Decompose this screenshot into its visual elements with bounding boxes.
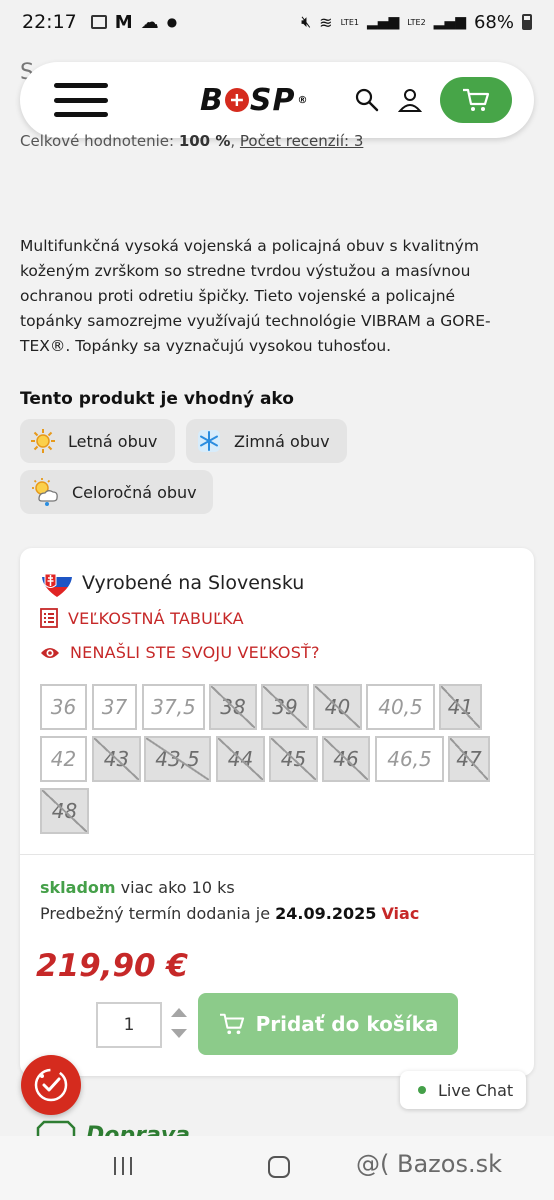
quantity-stepper[interactable]: [170, 1008, 188, 1042]
search-icon[interactable]: [354, 87, 380, 113]
tag-all-season-label: Celoročná obuv: [72, 482, 197, 502]
size-option-43-5: 43,5: [144, 736, 211, 782]
system-icons: 🔇︎ ≋ LTE1 ▂▄▆ LTE2 ▂▄▆ 68%: [301, 12, 532, 33]
signal-icon: ▂▄▆: [366, 14, 400, 30]
cart-button[interactable]: [440, 77, 512, 123]
size-option-39: 39: [261, 684, 309, 730]
logo-cross-icon: [224, 88, 249, 112]
size-option-47: 47: [448, 736, 490, 782]
tag-all-season: Celoročná obuv: [20, 470, 213, 514]
menu-icon[interactable]: [54, 83, 108, 117]
online-dot-icon: [418, 1086, 426, 1094]
live-chat-button[interactable]: Live Chat: [400, 1071, 526, 1109]
reviews-link[interactable]: Počet recenzií: 3: [240, 132, 363, 150]
product-price: 219,90 €: [36, 948, 188, 984]
sun-icon: [31, 429, 55, 453]
live-chat-label: Live Chat: [438, 1080, 514, 1100]
mute-icon: 🔇︎: [301, 12, 312, 31]
product-description: Multifunkčná vysoká vojenská a policajná…: [20, 237, 491, 355]
slovakia-flag-icon: [42, 568, 72, 597]
find-size-label: NENAŠLI STE SVOJU VEĽKOSŤ?: [70, 643, 320, 662]
logo-letter-b: B: [200, 82, 224, 118]
stock-status: skladom: [40, 878, 116, 897]
dot-icon: ●: [166, 15, 178, 29]
brand-logo[interactable]: B SP ®: [200, 83, 308, 118]
tag-winter-label: Zimná obuv: [234, 431, 330, 451]
discount-check-icon: [34, 1068, 68, 1102]
decrease-icon[interactable]: [171, 1029, 187, 1038]
find-size-link[interactable]: NENAŠLI STE SVOJU VEĽKOSŤ?: [40, 643, 320, 662]
size-option-45: 45: [269, 736, 318, 782]
size-option-36[interactable]: 36: [40, 684, 87, 730]
delivery-date: 24.09.2025: [275, 904, 377, 923]
signal-icon-2: ▂▄▆: [433, 14, 466, 30]
suitability-title: Tento produkt je vhodný ako: [20, 389, 294, 409]
size-option-38: 38: [209, 684, 257, 730]
made-in-label: Vyrobené na Slovensku: [82, 572, 305, 594]
product-purchase-card: Vyrobené na Slovensku VEĽKOSTNÁ TABUĽKA …: [20, 548, 534, 1076]
site-header: B SP ®: [20, 62, 534, 138]
list-icon: [40, 608, 58, 628]
delivery-more-link[interactable]: Viac: [381, 904, 419, 923]
size-option-46: 46: [322, 736, 370, 782]
size-option-41: 41: [439, 684, 482, 730]
cloud-icon: ☁: [140, 11, 159, 33]
snowflake-icon: [198, 430, 220, 452]
size-option-44: 44: [216, 736, 265, 782]
size-option-46-5[interactable]: 46,5: [375, 736, 444, 782]
sun-cloud-icon: [32, 478, 58, 506]
eye-icon: [41, 647, 59, 658]
size-option-42[interactable]: 42: [40, 736, 87, 782]
logo-letters-sp: SP: [249, 82, 296, 118]
size-table-link[interactable]: VEĽKOSTNÁ TABUĽKA: [40, 608, 244, 628]
cart-icon: [219, 1013, 244, 1035]
rating-summary: Celkové hodnotenie: 100 %, Počet recenzi…: [20, 132, 364, 150]
tag-winter: Zimná obuv: [186, 419, 347, 463]
size-option-48: 48: [40, 788, 89, 834]
tag-summer-label: Letná obuv: [68, 431, 158, 451]
size-option-37-5[interactable]: 37,5: [142, 684, 205, 730]
sim1-label: LTE1: [340, 17, 359, 27]
divider: [20, 854, 534, 855]
quantity-input[interactable]: 1: [96, 1002, 162, 1048]
rating-label: Celkové hodnotenie:: [20, 132, 175, 150]
delivery-label: Predbežný termín dodania je: [40, 904, 271, 923]
gmail-icon: M: [114, 11, 133, 33]
increase-icon[interactable]: [171, 1008, 187, 1017]
size-option-40-5[interactable]: 40,5: [366, 684, 435, 730]
status-bar: 22:17 M ☁ ● 🔇︎ ≋ LTE1 ▂▄▆ LTE2 ▂▄▆ 68%: [0, 0, 554, 44]
add-to-cart-button[interactable]: Pridať do košíka: [198, 993, 458, 1055]
user-icon[interactable]: [398, 87, 422, 113]
notification-icons: M ☁ ●: [90, 11, 178, 33]
delivery-info: Predbežný termín dodania je 24.09.2025 V…: [40, 904, 419, 923]
stock-info: skladom viac ako 10 ks: [40, 878, 235, 897]
home-icon[interactable]: [268, 1156, 290, 1178]
logo-registered: ®: [297, 94, 309, 106]
size-option-37[interactable]: 37: [92, 684, 137, 730]
status-time: 22:17: [22, 11, 77, 33]
size-option-40: 40: [313, 684, 362, 730]
rating-value: 100 %: [178, 132, 231, 150]
add-to-cart-label: Pridať do košíka: [255, 1012, 439, 1036]
stock-quantity: viac ako 10 ks: [120, 878, 235, 897]
gallery-icon: [90, 15, 107, 29]
promo-badge-button[interactable]: [21, 1055, 81, 1115]
size-table-label: VEĽKOSTNÁ TABUĽKA: [68, 608, 244, 628]
battery-icon: [522, 14, 532, 30]
watermark: @( Bazos.sk: [356, 1150, 502, 1178]
wifi-icon: ≋: [319, 12, 333, 32]
tag-summer: Letná obuv: [20, 419, 175, 463]
sim2-label: LTE2: [407, 17, 426, 27]
size-option-43: 43: [92, 736, 141, 782]
recent-apps-icon[interactable]: [114, 1157, 132, 1175]
made-in-slovakia: Vyrobené na Slovensku: [40, 566, 304, 600]
cart-icon: [463, 88, 490, 111]
battery-level: 68%: [473, 11, 514, 33]
